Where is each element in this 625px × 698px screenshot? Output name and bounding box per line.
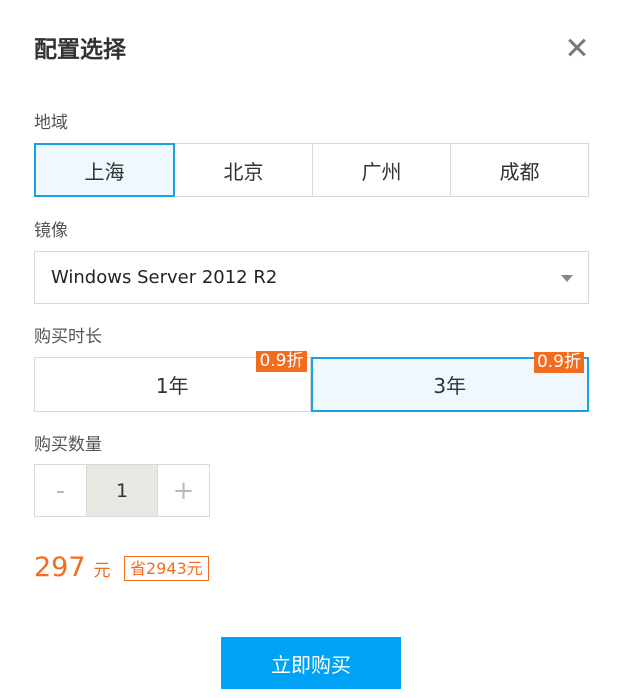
- price-amount: 297: [34, 552, 86, 583]
- region-label: 地域: [34, 113, 68, 133]
- price-unit: 元: [93, 561, 111, 581]
- region-option-beijing[interactable]: 北京: [174, 143, 313, 197]
- quantity-stepper: - 1 +: [34, 464, 210, 517]
- duration-selector: 1年 0.9折 3年 0.9折: [34, 351, 589, 412]
- increment-button[interactable]: +: [158, 465, 209, 516]
- close-icon[interactable]: [566, 37, 588, 59]
- duration-option-label: 1年: [155, 374, 189, 398]
- image-select[interactable]: Windows Server 2012 R2: [34, 251, 589, 304]
- region-option-chengdu[interactable]: 成都: [450, 143, 589, 197]
- region-option-guangzhou[interactable]: 广州: [312, 143, 451, 197]
- region-option-shanghai[interactable]: 上海: [34, 143, 175, 197]
- discount-badge: 0.9折: [533, 352, 584, 373]
- region-selector: 上海 北京 广州 成都: [34, 143, 589, 197]
- duration-label: 购买时长: [34, 327, 102, 347]
- duration-option-1-year[interactable]: 1年 0.9折: [34, 351, 311, 412]
- dialog-title: 配置选择: [34, 37, 126, 63]
- image-select-value: Windows Server 2012 R2: [51, 267, 278, 288]
- duration-option-label: 3年: [433, 374, 467, 398]
- saving-badge: 省2943元: [124, 556, 209, 581]
- quantity-value[interactable]: 1: [86, 465, 158, 516]
- buy-now-button[interactable]: 立即购买: [221, 637, 401, 689]
- caret-down-icon: [561, 275, 573, 282]
- quantity-label: 购买数量: [34, 435, 102, 455]
- price-display: 297 元: [34, 552, 111, 583]
- discount-badge: 0.9折: [256, 351, 307, 372]
- image-label: 镜像: [34, 221, 68, 241]
- decrement-button[interactable]: -: [35, 465, 86, 516]
- duration-option-3-year[interactable]: 3年 0.9折: [310, 352, 589, 412]
